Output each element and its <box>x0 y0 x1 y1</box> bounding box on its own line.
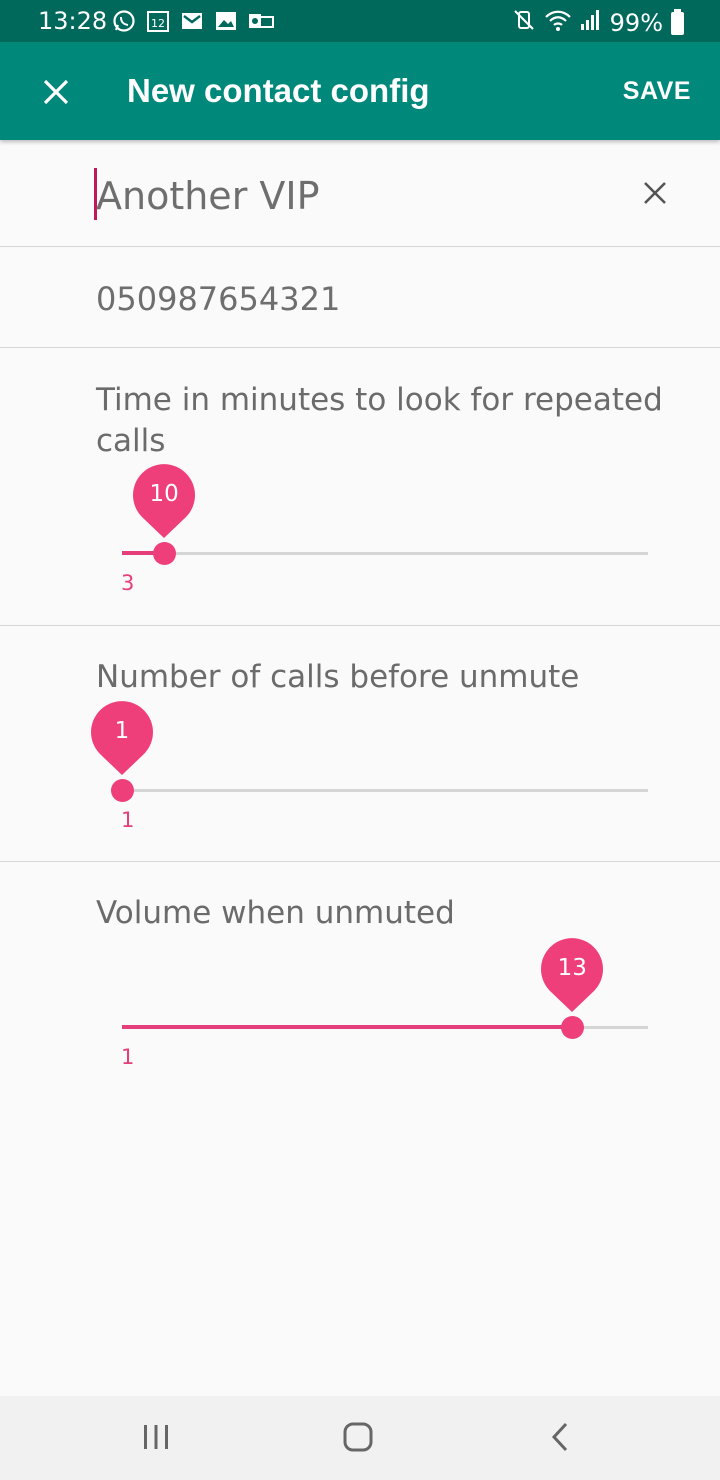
slider-thumb[interactable] <box>152 542 176 565</box>
battery-percent: 99% <box>609 9 663 37</box>
slider-fill <box>122 1025 573 1029</box>
navigation-bar <box>0 1396 720 1480</box>
clear-icon <box>644 182 666 204</box>
home-button[interactable] <box>328 1412 388 1462</box>
outlook-icon <box>248 9 274 33</box>
app-bar: New contact config SAVE <box>0 42 720 140</box>
battery-icon <box>671 8 684 35</box>
page-title: New contact config <box>127 72 430 109</box>
svg-text:12: 12 <box>151 17 165 30</box>
calls-count-label: Number of calls before unmute <box>96 659 580 695</box>
calls-count-min: 1 <box>121 808 135 832</box>
notification-icons: 12 <box>112 9 274 33</box>
calendar-icon: 12 <box>146 9 170 33</box>
calls-count-section: Number of calls before unmute 1 1 <box>0 626 720 862</box>
close-button[interactable] <box>30 66 82 118</box>
recent-apps-icon <box>144 1425 168 1449</box>
calls-count-slider[interactable]: 1 1 <box>91 701 648 832</box>
system-icons: 99% <box>512 8 684 38</box>
back-icon <box>551 1422 568 1452</box>
signal-icon <box>580 8 602 38</box>
whatsapp-icon <box>112 9 136 33</box>
clear-name-button[interactable] <box>634 172 676 214</box>
slider-track <box>122 789 648 792</box>
phone-number-input[interactable]: 050987654321 <box>96 280 340 318</box>
volume-section: Volume when unmuted 13 1 <box>0 862 720 1096</box>
home-icon <box>343 1422 373 1452</box>
volume-value: 13 <box>557 955 587 981</box>
volume-slider[interactable]: 13 1 <box>121 938 648 1069</box>
gmail-icon <box>180 9 204 33</box>
recent-apps-button[interactable] <box>126 1412 186 1462</box>
status-bar: 13:28 12 99% <box>0 0 720 42</box>
time-window-label: Time in minutes to look for repeated cal… <box>96 382 663 459</box>
back-button[interactable] <box>530 1412 590 1462</box>
save-button[interactable]: SAVE <box>623 77 691 106</box>
close-icon <box>43 79 69 105</box>
value-bubble: 10 <box>133 464 196 540</box>
status-time: 13:28 <box>38 7 108 35</box>
value-bubble: 1 <box>91 701 153 777</box>
time-window-min: 3 <box>121 571 135 595</box>
time-window-slider[interactable]: 10 3 <box>121 464 648 595</box>
value-bubble: 13 <box>541 938 604 1014</box>
contact-name-input[interactable]: Another VIP <box>96 174 320 218</box>
volume-min: 1 <box>121 1045 135 1069</box>
time-window-section: Time in minutes to look for repeated cal… <box>0 348 720 626</box>
mute-vibrate-icon <box>512 8 536 38</box>
phone-number-field[interactable]: 050987654321 <box>0 247 720 348</box>
time-window-value: 10 <box>149 481 179 507</box>
slider-thumb[interactable] <box>560 1016 584 1039</box>
gallery-icon <box>214 9 238 33</box>
volume-label: Volume when unmuted <box>96 895 455 931</box>
calls-count-value: 1 <box>114 718 130 744</box>
slider-track <box>122 552 648 555</box>
contact-name-field[interactable]: Another VIP <box>0 140 720 247</box>
slider-thumb[interactable] <box>110 779 134 802</box>
wifi-icon <box>544 8 572 38</box>
